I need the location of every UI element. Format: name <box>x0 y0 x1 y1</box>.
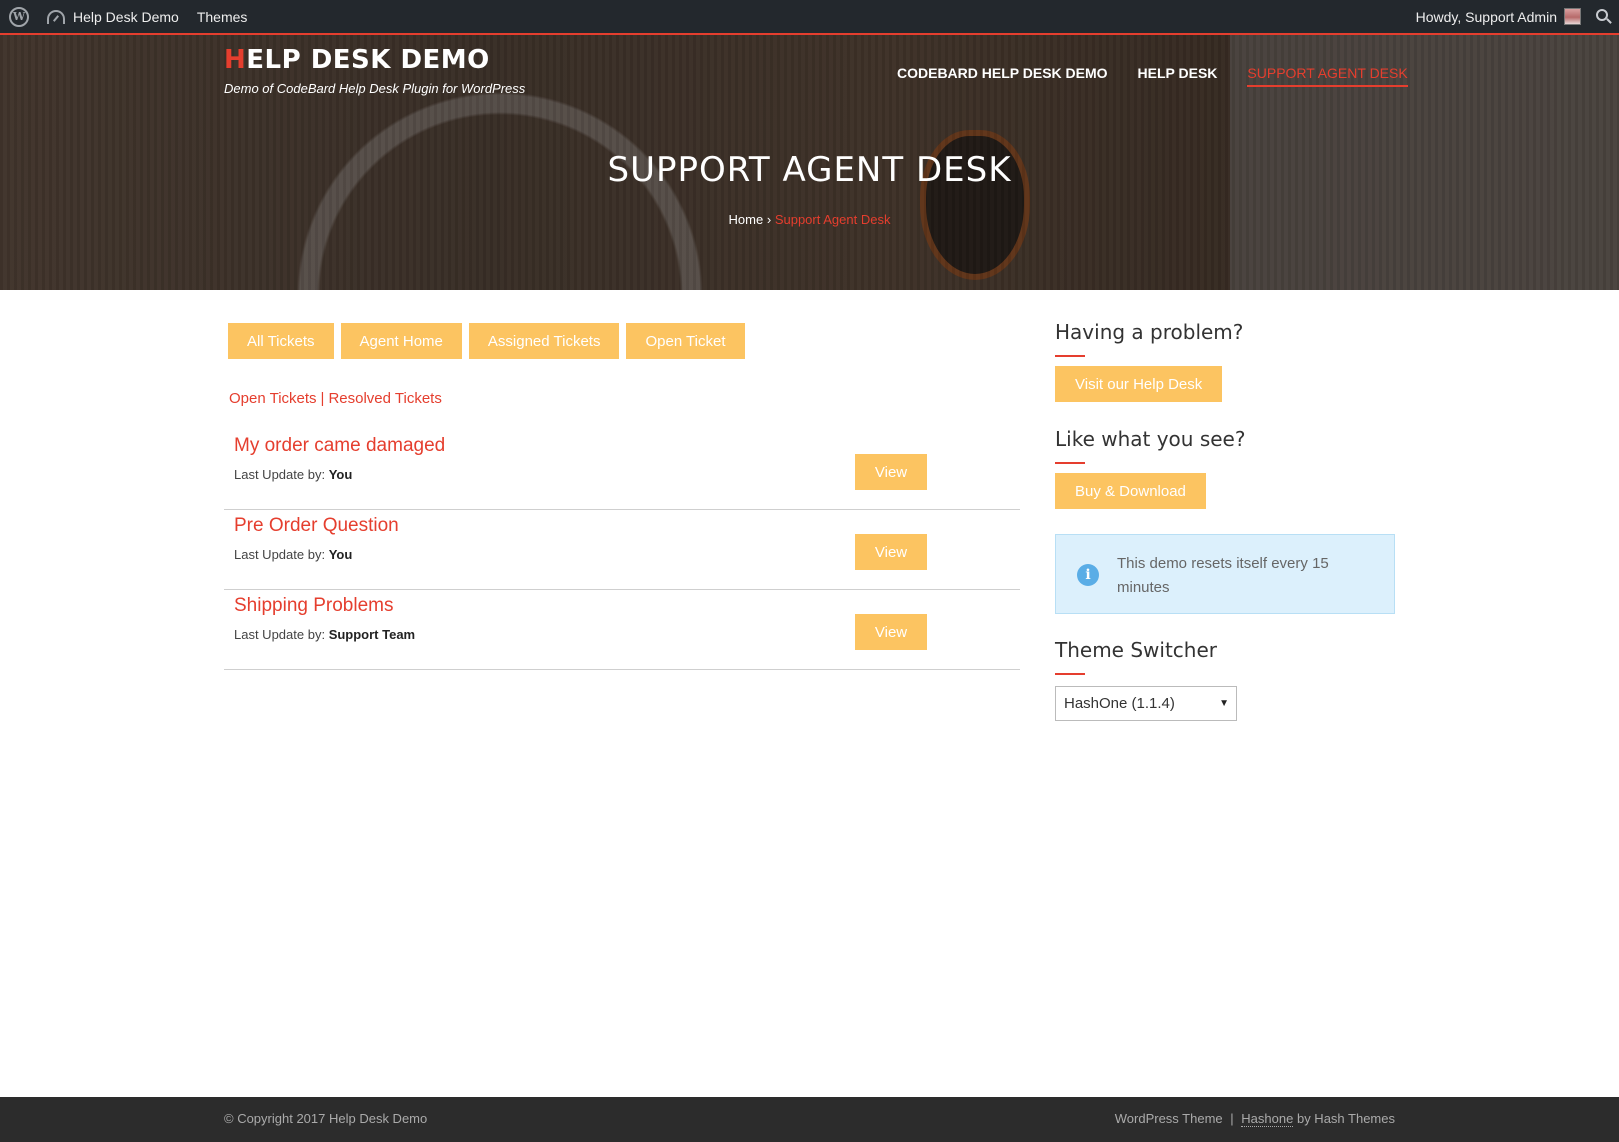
last-update-value: You <box>328 467 353 482</box>
nav-item-codebard-help-desk-demo[interactable]: CODEBARD HELP DESK DEMO <box>897 65 1108 87</box>
breadcrumb: Home › Support Agent Desk <box>0 212 1619 227</box>
footer-copyright: © Copyright 2017 Help Desk Demo <box>224 1111 428 1126</box>
problem-widget-title: Having a problem? <box>1055 320 1244 344</box>
filter-separator: | <box>320 390 325 407</box>
page-header: HELP DESK DEMO Demo of CodeBard Help Des… <box>0 33 1619 290</box>
dashboard-icon <box>47 9 65 24</box>
agent-tab-bar: All Tickets Agent Home Assigned Tickets … <box>228 323 745 359</box>
breadcrumb-home-link[interactable]: Home <box>729 212 764 227</box>
last-update-value: You <box>328 547 353 562</box>
admin-bar: W Help Desk Demo Themes Howdy, Support A… <box>0 0 1619 33</box>
footer-credits: WordPress Theme | Hashone by Hash Themes <box>1114 1111 1395 1127</box>
view-ticket-button[interactable]: View <box>855 534 927 570</box>
ticket-title-link[interactable]: Shipping Problems <box>234 595 393 617</box>
site-name-link[interactable]: Help Desk Demo <box>38 0 188 33</box>
site-footer: © Copyright 2017 Help Desk Demo WordPres… <box>0 1097 1619 1142</box>
all-tickets-button[interactable]: All Tickets <box>228 323 334 359</box>
visit-help-desk-button[interactable]: Visit our Help Desk <box>1055 366 1223 402</box>
wordpress-icon: W <box>9 6 29 27</box>
resolved-tickets-link[interactable]: Resolved Tickets <box>328 390 441 407</box>
last-update-label: Last Update by: <box>234 467 326 482</box>
site-title[interactable]: HELP DESK DEMO <box>224 45 490 75</box>
admin-search-button[interactable] <box>1587 0 1619 33</box>
site-name-label: Help Desk Demo <box>73 8 179 25</box>
page-title: SUPPORT AGENT DESK <box>607 150 1012 190</box>
search-icon <box>1595 9 1608 21</box>
view-ticket-button[interactable]: View <box>855 454 927 490</box>
site-title-first-letter: H <box>224 45 247 75</box>
breadcrumb-current: Support Agent Desk <box>774 212 891 227</box>
notice-text: This demo resets itself every 15 minutes <box>1117 555 1329 596</box>
ticket-row: Shipping Problems Last Update by: Suppor… <box>224 590 1020 670</box>
account-menu[interactable]: Howdy, Support Admin <box>1407 0 1587 33</box>
footer-by-text: by Hash Themes <box>1296 1111 1395 1126</box>
ticket-last-update: Last Update by: You <box>234 547 352 562</box>
ticket-title-link[interactable]: Pre Order Question <box>234 515 399 537</box>
howdy-label: Howdy, Support Admin <box>1415 8 1557 25</box>
hashone-link[interactable]: Hashone <box>1241 1111 1294 1127</box>
breadcrumb-separator: › <box>766 212 772 227</box>
nav-item-support-agent-desk[interactable]: SUPPORT AGENT DESK <box>1247 65 1408 87</box>
themes-label: Themes <box>196 8 248 25</box>
ticket-row: Pre Order Question Last Update by: You V… <box>224 510 1020 590</box>
ticket-filters: Open Tickets | Resolved Tickets <box>229 390 442 407</box>
themes-link[interactable]: Themes <box>188 0 257 33</box>
last-update-label: Last Update by: <box>234 547 326 562</box>
nav-item-help-desk[interactable]: HELP DESK <box>1138 65 1218 87</box>
ticket-last-update: Last Update by: Support Team <box>234 627 415 642</box>
avatar <box>1564 8 1581 25</box>
ticket-title-link[interactable]: My order came damaged <box>234 435 445 457</box>
ticket-last-update: Last Update by: You <box>234 467 352 482</box>
footer-separator: | <box>1230 1111 1234 1126</box>
last-update-label: Last Update by: <box>234 627 326 642</box>
buy-download-button[interactable]: Buy & Download <box>1055 473 1206 509</box>
info-icon: i <box>1077 564 1099 586</box>
widget-title-underline <box>1055 462 1085 464</box>
wordpress-logo-button[interactable]: W <box>0 0 38 33</box>
assigned-tickets-button[interactable]: Assigned Tickets <box>468 323 620 359</box>
demo-reset-notice: i This demo resets itself every 15 minut… <box>1055 534 1395 614</box>
main-nav: CODEBARD HELP DESK DEMO HELP DESK SUPPOR… <box>897 65 1408 87</box>
open-tickets-link[interactable]: Open Tickets <box>229 390 317 407</box>
open-ticket-button[interactable]: Open Ticket <box>626 323 745 359</box>
footer-theme-text: WordPress Theme <box>1114 1111 1223 1126</box>
ticket-row: My order came damaged Last Update by: Yo… <box>224 430 1020 510</box>
dropdown-arrow-icon: ▼ <box>1219 698 1229 709</box>
theme-switcher-select[interactable]: HashOne (1.1.4) ▼ <box>1055 686 1237 721</box>
widget-title-underline <box>1055 355 1085 357</box>
site-title-rest: ELP DESK DEMO <box>246 45 490 75</box>
theme-switcher-value: HashOne (1.1.4) <box>1064 695 1175 712</box>
ticket-list: My order came damaged Last Update by: Yo… <box>224 430 1020 670</box>
view-ticket-button[interactable]: View <box>855 614 927 650</box>
site-tagline: Demo of CodeBard Help Desk Plugin for Wo… <box>224 81 526 96</box>
theme-switcher-title: Theme Switcher <box>1055 638 1217 662</box>
widget-title-underline <box>1055 673 1085 675</box>
like-widget-title: Like what you see? <box>1055 427 1246 451</box>
agent-home-button[interactable]: Agent Home <box>340 323 462 359</box>
last-update-value: Support Team <box>328 627 416 642</box>
